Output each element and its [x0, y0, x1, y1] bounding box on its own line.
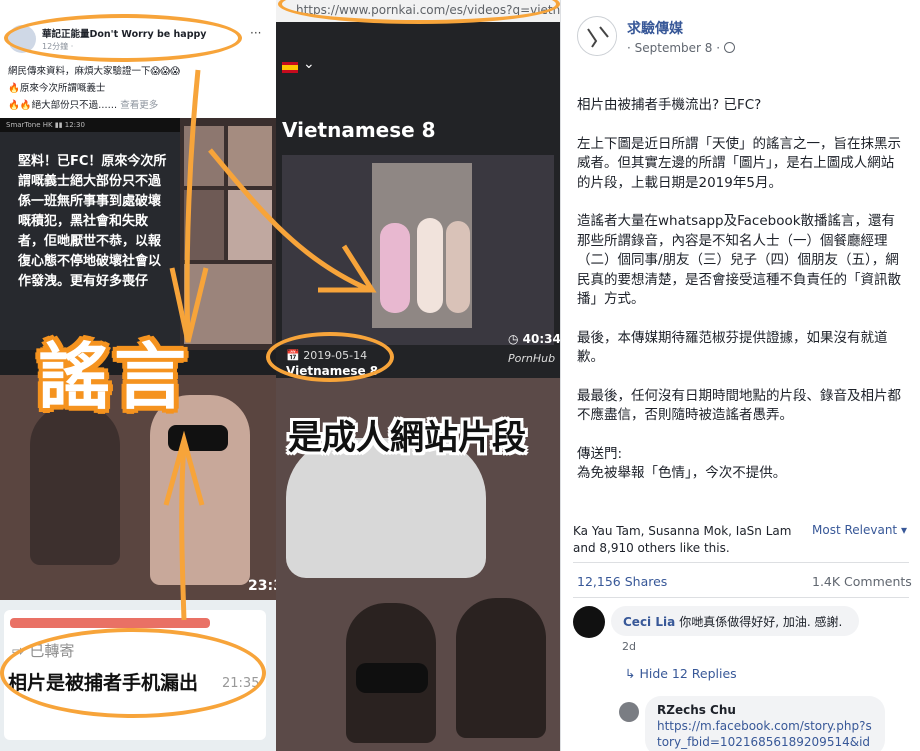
comment-text: 你哋真係做得好好, 加油. 感謝.: [679, 615, 843, 629]
page-avatar[interactable]: [577, 16, 617, 56]
post-paragraph: 左上下圖是近日所謂「天使」的謠言之一，旨在抹黑示威者。但其實左邊的所謂「圖片」，…: [577, 135, 901, 191]
post-paragraph: 最最後，任何沒有日期時間地點的片段、錄音及相片都不應盡信，否則隨時被造謠者愚弄。: [577, 387, 901, 424]
reply-bubble: RZechs Chu https://m.facebook.com/story.…: [645, 696, 885, 751]
post-paragraph: 相片由被捕者手機流出? 已FC?: [577, 97, 762, 113]
globe-icon: [724, 42, 736, 53]
likes-summary[interactable]: Ka Yau Tam, Susanna Mok, IaSn Lam and 8,…: [573, 523, 805, 557]
post-paragraph: 造謠者大量在whatsapp及Facebook散播謠言，還有那些所謂錄音，內容是…: [577, 213, 901, 307]
page-logo-icon: [579, 18, 616, 55]
post-date-text: · September 8 ·: [627, 41, 721, 55]
reply-author-link[interactable]: RZechs Chu: [657, 702, 873, 718]
reply-link[interactable]: https://m.facebook.com/story.php?story_f…: [657, 719, 872, 751]
comment-sort-dropdown[interactable]: Most Relevant ▾: [812, 523, 907, 537]
comment-time[interactable]: 2d: [622, 640, 636, 653]
shares-link[interactable]: 12,156 Shares: [577, 574, 667, 589]
evidence-collage-image: 華記正能量Don't Worry be happy 12分鐘 · ··· 網民傳…: [0, 0, 560, 751]
post-paragraph: 傳送門: 為免被舉報「色情」，今次不提供。: [577, 445, 787, 482]
divider: [573, 597, 909, 598]
comment-author-link[interactable]: Ceci Lia: [623, 615, 675, 629]
commenter-avatar[interactable]: [573, 606, 605, 638]
annotation-arrows: [163, 69, 377, 621]
comment-bubble: Ceci Lia 你哋真係做得好好, 加油. 感謝.: [611, 606, 859, 636]
comments-count-link[interactable]: 1.4K Comments: [812, 574, 912, 589]
page-name-link[interactable]: 求驗傳媒: [627, 18, 683, 38]
divider: [573, 562, 909, 563]
hide-replies-link[interactable]: ↳ Hide 12 Replies: [625, 666, 737, 681]
reply-author-avatar[interactable]: [619, 702, 639, 722]
facebook-post-panel: 求驗傳媒 · September 8 · 相片由被捕者手機流出? 已FC? 左上…: [560, 0, 920, 751]
post-date[interactable]: · September 8 ·: [627, 41, 736, 55]
post-body: 相片由被捕者手機流出? 已FC? 左上下圖是近日所謂「天使」的謠言之一，旨在抹黑…: [577, 96, 907, 503]
post-paragraph: 最後，本傳媒期待羅范椒芬提供證據，如果沒有就道歉。: [577, 329, 888, 366]
